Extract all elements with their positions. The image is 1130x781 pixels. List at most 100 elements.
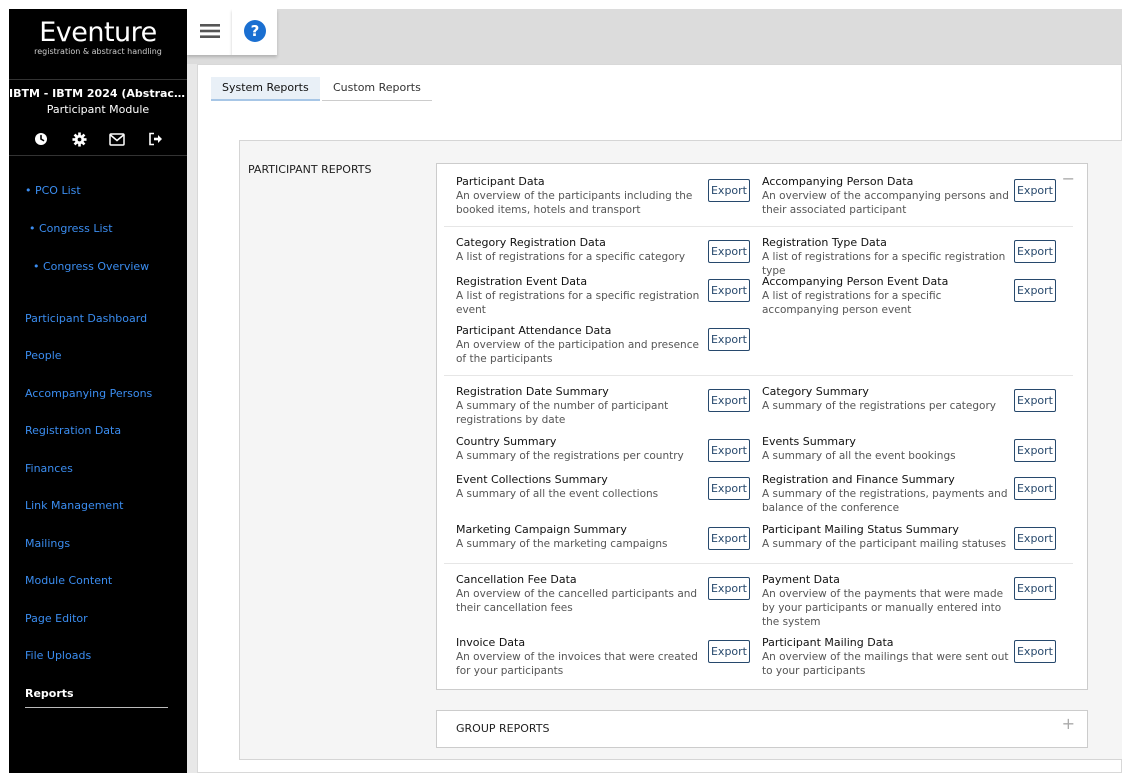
export-button[interactable]: Export [708,279,750,302]
report-description: An overview of the mailings that were se… [762,651,1009,677]
export-button[interactable]: Export [1014,640,1056,663]
report-title: Marketing Campaign Summary [456,523,627,536]
report-item: Registration and Finance Summary A summar… [762,473,1014,515]
help-button[interactable]: ? [232,9,277,55]
report-item: Participant Mailing Data An overview of t… [762,636,1014,678]
breadcrumb-congress-overview[interactable]: • Congress Overview [33,260,149,273]
reports-panel: System Reports Custom Reports PARTICIPAN… [197,64,1122,773]
clock-icon[interactable] [33,131,49,147]
report-description: A summary of all the event bookings [762,450,956,462]
report-title: Accompanying Person Event Data [762,275,949,288]
report-item: Country Summary A summary of the registra… [456,435,706,463]
report-description: A list of registrations for a specific r… [762,251,1006,277]
group-reports-card[interactable]: GROUP REPORTS + [436,710,1088,748]
report-item: Marketing Campaign Summary A summary of t… [456,523,706,551]
report-description: A summary of the marketing campaigns [456,538,668,550]
report-title: Registration Event Data [456,275,588,288]
export-button[interactable]: Export [708,477,750,500]
export-button[interactable]: Export [708,328,750,351]
report-item: Participant Data An overview of the parti… [456,175,706,217]
report-description: An overview of the participation and pre… [456,339,699,365]
breadcrumb-pco-list[interactable]: • PCO List [25,184,81,197]
report-item: Registration Type Data A list of registra… [762,236,1014,278]
export-button[interactable]: Export [708,240,750,263]
collapse-icon[interactable]: − [1062,171,1075,187]
sidebar-divider [9,155,187,156]
sidebar-item-people[interactable]: People [25,349,62,362]
sidebar-divider [9,79,187,80]
sidebar-icons [9,131,187,147]
active-item-underline [25,707,168,708]
gear-icon[interactable] [71,131,87,147]
report-title: Category Registration Data [456,236,606,249]
export-button[interactable]: Export [1014,577,1056,600]
export-button[interactable]: Export [708,577,750,600]
report-title: Participant Mailing Status Summary [762,523,959,536]
sidebar-item-file-uploads[interactable]: File Uploads [25,649,91,662]
menu-icon [199,23,220,42]
sidebar-item-registration-data[interactable]: Registration Data [25,424,121,437]
report-description: A summary of the number of participant r… [456,400,669,426]
report-description: An overview of the participants includin… [456,190,693,216]
sidebar-item-module-content[interactable]: Module Content [25,574,112,587]
report-description: A summary of the participant mailing sta… [762,538,1007,550]
report-title: Accompanying Person Data [762,175,914,188]
export-button[interactable]: Export [1014,389,1056,412]
report-item: Payment Data An overview of the payments … [762,573,1014,629]
report-title: Payment Data [762,573,840,586]
report-item: Accompanying Person Data An overview of t… [762,175,1014,217]
report-group-separator [444,375,1073,376]
sidebar-item-mailings[interactable]: Mailings [25,537,70,550]
report-item: Registration Event Data A list of registr… [456,275,706,317]
top-bar: ? [187,9,1122,64]
report-description: A summary of the registrations, payments… [762,488,1008,514]
report-title: Cancellation Fee Data [456,573,577,586]
report-title: Participant Data [456,175,545,188]
report-description: An overview of the payments that were ma… [762,588,1004,628]
export-button[interactable]: Export [708,179,750,202]
report-description: A summary of the registrations per categ… [762,400,997,412]
sidebar-item-accompanying-persons[interactable]: Accompanying Persons [25,387,152,400]
export-button[interactable]: Export [1014,179,1056,202]
event-name[interactable]: IBTM - IBTM 2024 (Abstracts & Par... [9,87,187,100]
export-button[interactable]: Export [708,389,750,412]
tab-system-reports[interactable]: System Reports [211,77,320,101]
help-icon: ? [243,19,267,46]
report-description: A list of registrations for a specific r… [456,290,700,316]
report-title: Registration Date Summary [456,385,609,398]
export-button[interactable]: Export [1014,439,1056,462]
sidebar-item-reports[interactable]: Reports [25,687,74,700]
report-item: Participant Mailing Status Summary A summ… [762,523,1014,551]
export-button[interactable]: Export [1014,527,1056,550]
logout-icon[interactable] [147,131,163,147]
report-title: Registration and Finance Summary [762,473,955,486]
menu-button[interactable] [187,9,232,55]
content-area: System Reports Custom Reports PARTICIPAN… [187,64,1122,773]
report-title: Registration Type Data [762,236,887,249]
group-reports-title: GROUP REPORTS [456,722,550,735]
sidebar-item-participant-dashboard[interactable]: Participant Dashboard [25,312,147,325]
mail-icon[interactable] [109,131,125,147]
report-description: An overview of the cancelled participant… [456,588,698,614]
report-group-separator [444,563,1073,564]
expand-icon[interactable]: + [1062,716,1075,732]
sidebar-item-link-management[interactable]: Link Management [25,499,123,512]
breadcrumb-congress-list[interactable]: • Congress List [29,222,113,235]
section-label-participant-reports: PARTICIPANT REPORTS [248,163,372,176]
report-item: Registration Date Summary A summary of th… [456,385,706,427]
export-button[interactable]: Export [708,640,750,663]
export-button[interactable]: Export [1014,240,1056,263]
export-button[interactable]: Export [1014,477,1056,500]
export-button[interactable]: Export [708,439,750,462]
sidebar-item-finances[interactable]: Finances [25,462,73,475]
export-button[interactable]: Export [708,527,750,550]
participant-reports-card: − Participant Data An overview of the par… [436,163,1088,690]
report-title: Event Collections Summary [456,473,608,486]
report-description: An overview of the invoices that were cr… [456,651,698,677]
sidebar-item-page-editor[interactable]: Page Editor [25,612,88,625]
app-frame: Eventure registration & abstract handlin… [9,9,1122,773]
reports-container: PARTICIPANT REPORTS − Participant Data An… [239,140,1122,760]
report-item: Accompanying Person Event Data A list of … [762,275,1014,317]
export-button[interactable]: Export [1014,279,1056,302]
tab-custom-reports[interactable]: Custom Reports [322,77,432,101]
